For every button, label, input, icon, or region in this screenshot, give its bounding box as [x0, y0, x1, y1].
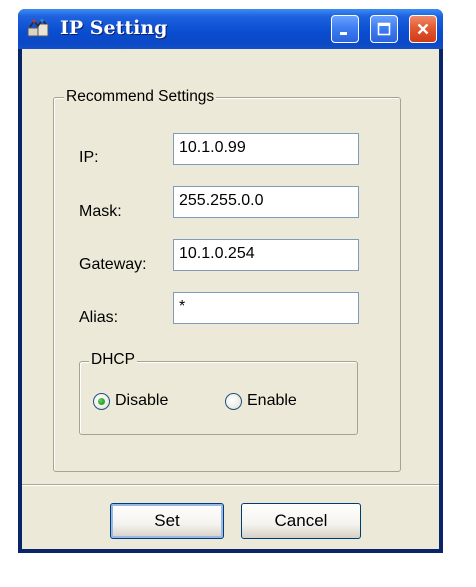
ip-label: IP:	[79, 149, 99, 166]
maximize-icon	[377, 22, 391, 36]
mask-label: Mask:	[79, 203, 122, 220]
gateway-input[interactable]: 10.1.0.254	[173, 239, 359, 271]
mask-input[interactable]: 255.255.0.0	[173, 186, 359, 218]
dialog-body: Recommend Settings IP: 10.1.0.99 Mask: 2…	[22, 49, 439, 549]
footer-separator	[22, 484, 439, 486]
close-icon	[417, 23, 429, 35]
app-icon	[26, 18, 50, 40]
title-bar[interactable]: IP Setting	[18, 9, 443, 49]
window-title: IP Setting	[60, 17, 168, 39]
dhcp-legend: DHCP	[89, 351, 137, 369]
ip-setting-window: IP Setting Recommend Settings IP: 10.1.0…	[18, 9, 443, 553]
maximize-button[interactable]	[370, 15, 398, 43]
ip-input[interactable]: 10.1.0.99	[173, 133, 359, 165]
cancel-button[interactable]: Cancel	[241, 503, 361, 539]
alias-input[interactable]: *	[173, 292, 359, 324]
radio-selected-icon[interactable]	[93, 392, 110, 410]
set-button[interactable]: Set	[110, 503, 224, 539]
close-button[interactable]	[409, 15, 437, 43]
minimize-button[interactable]	[331, 15, 359, 43]
recommend-settings-legend: Recommend Settings	[64, 88, 217, 106]
gateway-label: Gateway:	[79, 256, 147, 273]
dhcp-disable-option[interactable]: Disable	[93, 392, 168, 410]
radio-unselected-icon[interactable]	[225, 392, 242, 410]
dhcp-enable-option[interactable]: Enable	[225, 392, 297, 410]
dhcp-disable-label: Disable	[115, 392, 169, 409]
alias-label: Alias:	[79, 309, 119, 326]
minimize-icon	[340, 32, 347, 35]
dhcp-enable-label: Enable	[247, 392, 297, 409]
